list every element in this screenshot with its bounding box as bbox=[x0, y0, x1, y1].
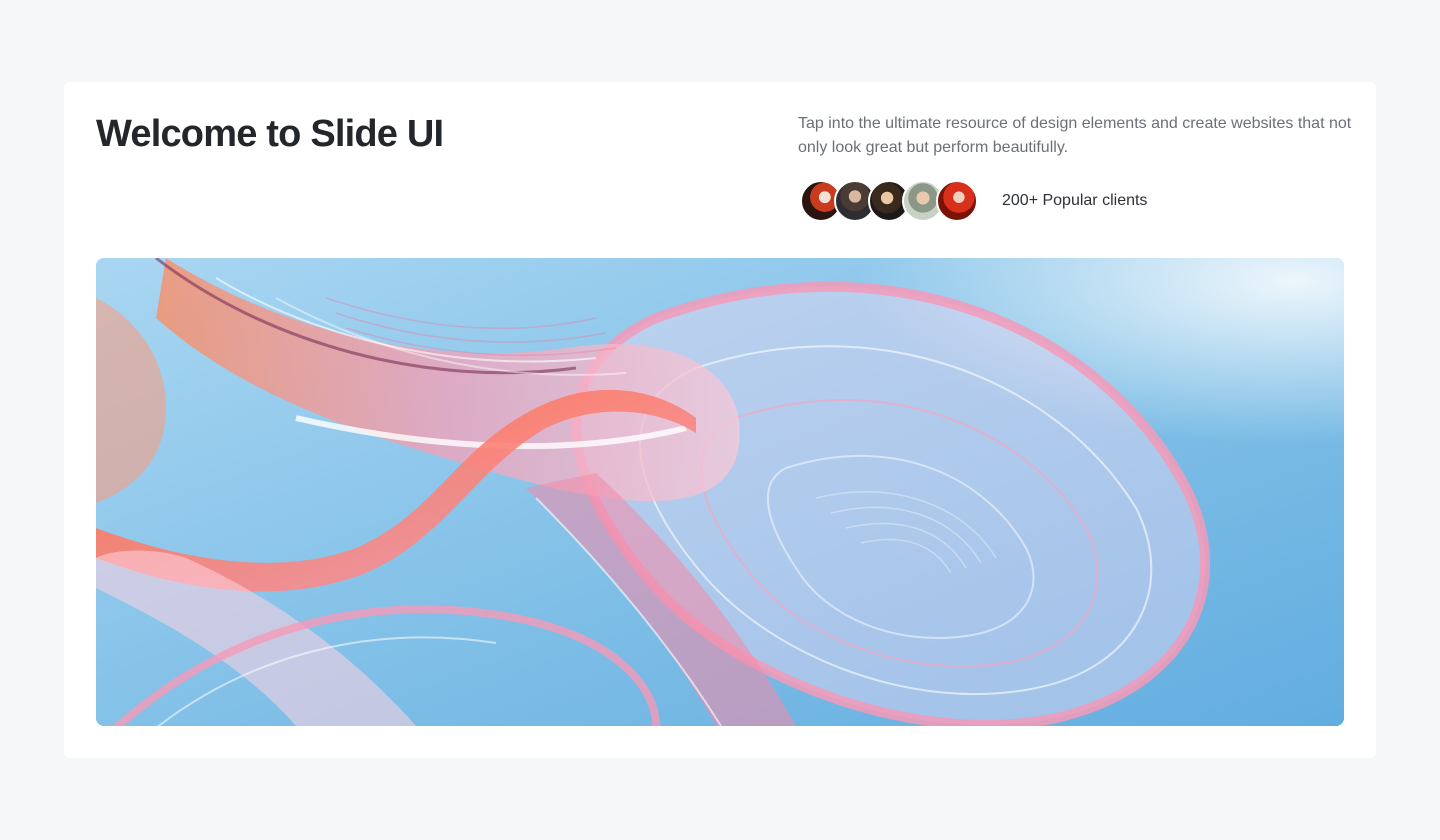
page-title: Welcome to Slide UI bbox=[96, 113, 444, 155]
clients-count-label: 200+ Popular clients bbox=[1002, 192, 1148, 209]
hero-card: Welcome to Slide UI Tap into the ultimat… bbox=[64, 82, 1376, 758]
client-avatar-group bbox=[800, 180, 978, 222]
client-avatar bbox=[936, 180, 978, 222]
hero-image bbox=[96, 258, 1344, 726]
hero-description: Tap into the ultimate resource of design… bbox=[798, 115, 1352, 156]
popular-clients: 200+ Popular clients bbox=[800, 178, 1147, 224]
